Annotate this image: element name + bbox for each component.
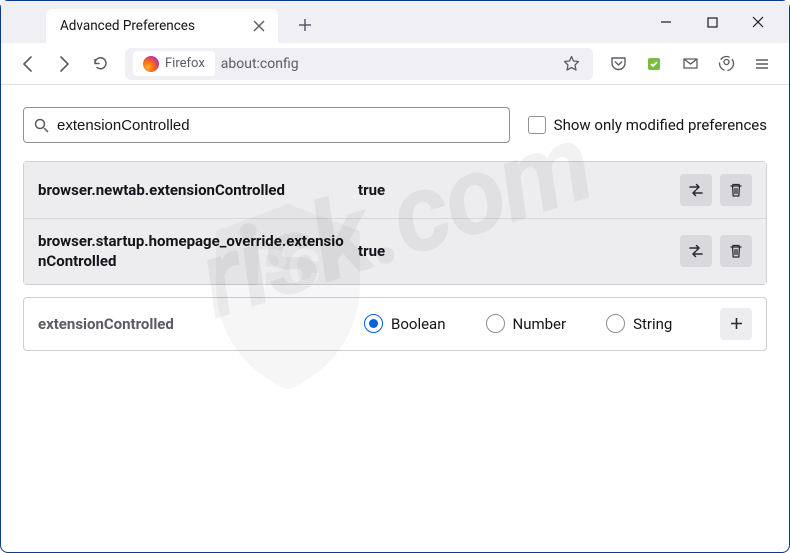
titlebar: Advanced Preferences	[1, 1, 789, 43]
pref-row[interactable]: browser.startup.homepage_override.extens…	[24, 219, 766, 284]
pref-value: true	[358, 242, 670, 260]
pref-name: browser.startup.homepage_override.extens…	[38, 231, 348, 272]
firefox-icon	[143, 56, 159, 72]
modified-only-toggle[interactable]: Show only modified preferences	[528, 116, 767, 134]
minimize-button[interactable]	[643, 1, 689, 43]
pref-search-box[interactable]	[23, 107, 510, 143]
forward-button[interactable]	[47, 47, 81, 81]
extension-icon[interactable]	[637, 47, 671, 81]
radio-icon	[606, 314, 625, 333]
identity-box[interactable]: Firefox	[133, 51, 215, 76]
close-window-button[interactable]	[735, 1, 781, 43]
pref-row[interactable]: browser.newtab.extensionControlled true	[24, 162, 766, 219]
pref-name: browser.newtab.extensionControlled	[38, 180, 348, 200]
delete-button[interactable]	[720, 235, 752, 267]
bookmark-star-icon[interactable]	[557, 50, 585, 78]
menu-button[interactable]	[745, 47, 779, 81]
checkbox-icon[interactable]	[528, 116, 546, 134]
url-bar[interactable]: Firefox about:config	[125, 48, 593, 80]
maximize-button[interactable]	[689, 1, 735, 43]
new-pref-row: extensionControlled Boolean Number Strin…	[23, 297, 767, 351]
url-text: about:config	[221, 56, 551, 72]
delete-button[interactable]	[720, 174, 752, 206]
pref-value: true	[358, 181, 670, 199]
navigation-bar: Firefox about:config	[1, 43, 789, 85]
radio-string[interactable]: String	[606, 314, 672, 333]
reload-button[interactable]	[83, 47, 117, 81]
pocket-icon[interactable]	[601, 47, 635, 81]
type-radio-group: Boolean Number String	[358, 314, 710, 333]
new-tab-button[interactable]	[290, 10, 320, 40]
radio-icon	[486, 314, 505, 333]
window-controls	[643, 1, 781, 43]
identity-label: Firefox	[165, 56, 205, 71]
mail-icon[interactable]	[673, 47, 707, 81]
toggle-button[interactable]	[680, 174, 712, 206]
browser-tab[interactable]: Advanced Preferences	[46, 9, 278, 43]
modified-only-label: Show only modified preferences	[554, 116, 767, 134]
add-pref-button[interactable]	[720, 308, 752, 340]
radio-boolean[interactable]: Boolean	[364, 314, 446, 333]
tab-title: Advanced Preferences	[60, 18, 250, 34]
radio-number[interactable]: Number	[486, 314, 567, 333]
radio-icon	[364, 314, 383, 333]
pref-search-input[interactable]	[57, 117, 499, 134]
search-icon	[34, 118, 49, 133]
new-pref-name: extensionControlled	[38, 315, 348, 333]
back-button[interactable]	[11, 47, 45, 81]
content-area: Show only modified preferences browser.n…	[1, 85, 789, 373]
close-tab-icon[interactable]	[250, 17, 268, 35]
account-icon[interactable]	[709, 47, 743, 81]
preferences-table: browser.newtab.extensionControlled true …	[23, 161, 767, 285]
toggle-button[interactable]	[680, 235, 712, 267]
